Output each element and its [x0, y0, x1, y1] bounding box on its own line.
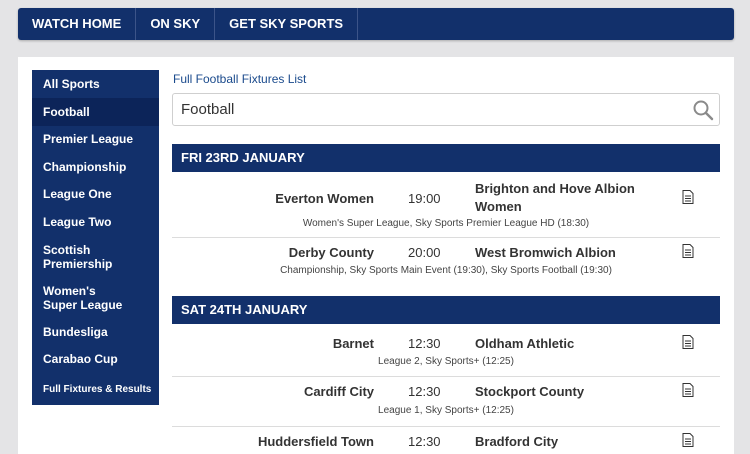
sidebar-item-all-sports[interactable]: All Sports [32, 77, 159, 91]
sidebar-item-football[interactable]: Football [32, 98, 159, 126]
search-box [172, 93, 720, 126]
search-input[interactable] [181, 101, 661, 118]
document-icon[interactable] [682, 433, 694, 447]
divider [172, 376, 720, 377]
tab-on-sky[interactable]: ON SKY [136, 8, 216, 40]
sidebar-item-womens-super-league[interactable]: Women's Super League [32, 284, 132, 312]
fixture-details: League 1, Sky Sports+ (12:25) [378, 405, 514, 416]
sidebar-item-full-fixtures[interactable]: Full Fixtures & Results [32, 383, 159, 397]
document-icon[interactable] [682, 190, 694, 204]
document-icon[interactable] [682, 244, 694, 258]
kickoff-time: 12:30 [408, 434, 441, 449]
home-team: Huddersfield Town [257, 434, 374, 449]
top-navigation: WATCH HOME ON SKY GET SKY SPORTS [18, 8, 734, 40]
kickoff-time: 12:30 [408, 384, 441, 399]
sidebar-item-scottish-premiership[interactable]: Scottish Premiership [32, 243, 132, 271]
document-icon[interactable] [682, 383, 694, 397]
sport-sidebar: All Sports Football Premier League Champ… [32, 70, 159, 405]
sidebar-item-premier-league[interactable]: Premier League [32, 132, 159, 146]
divider [172, 426, 720, 427]
sidebar-item-carabao-cup[interactable]: Carabao Cup [32, 352, 159, 366]
day-header: SAT 24TH JANUARY [172, 296, 720, 324]
fixture-details: Women's Super League, Sky Sports Premier… [302, 218, 590, 229]
fixture-details: Championship, Sky Sports Main Event (19:… [280, 265, 612, 276]
home-team: Derby County [288, 245, 374, 260]
magnifier-icon[interactable] [692, 99, 714, 121]
away-team: Oldham Athletic [475, 336, 575, 351]
tab-get-sky-sports[interactable]: GET SKY SPORTS [215, 8, 359, 40]
sidebar-item-championship[interactable]: Championship [32, 160, 159, 174]
sidebar-item-bundesliga[interactable]: Bundesliga [32, 325, 159, 339]
sidebar-item-league-two[interactable]: League Two [32, 215, 159, 229]
kickoff-time: 19:00 [408, 191, 441, 206]
tab-watch-home[interactable]: WATCH HOME [18, 8, 137, 40]
kickoff-time: 20:00 [408, 245, 441, 260]
fixture-details: League 2, Sky Sports+ (12:25) [378, 356, 514, 367]
away-team: Bradford City [475, 434, 559, 449]
full-fixtures-link[interactable]: Full Football Fixtures List [173, 72, 306, 86]
divider [172, 237, 720, 238]
home-team: Barnet [332, 336, 374, 351]
document-icon[interactable] [682, 335, 694, 349]
away-team: Brighton and Hove Albion Women [475, 181, 635, 214]
home-team: Everton Women [275, 191, 374, 206]
kickoff-time: 12:30 [408, 336, 441, 351]
away-team: West Bromwich Albion [475, 245, 616, 260]
home-team: Cardiff City [303, 384, 374, 399]
day-header: FRI 23RD JANUARY [172, 144, 720, 172]
away-team: Stockport County [475, 384, 585, 399]
sidebar-item-league-one[interactable]: League One [32, 187, 159, 201]
content-panel: All Sports Football Premier League Champ… [18, 57, 734, 454]
